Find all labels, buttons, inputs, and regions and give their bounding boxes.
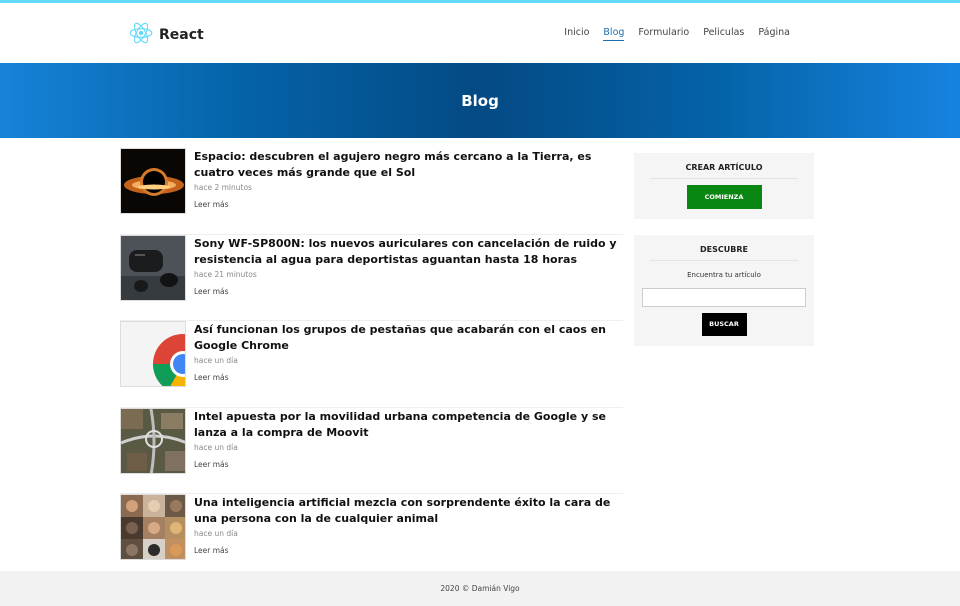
article-image-chrome-logo[interactable]	[120, 321, 186, 388]
start-button[interactable]: COMIENZA	[686, 185, 762, 209]
article-title[interactable]: Espacio: descubren el agujero negro más …	[194, 149, 623, 181]
hero-banner: Blog	[0, 63, 960, 138]
article-item: Así funcionan los grupos de pestañas que…	[120, 321, 623, 408]
article-time: hace un día	[194, 442, 238, 452]
article-item: Intel apuesta por la movilidad urbana co…	[120, 407, 623, 495]
article-time: hace 21 minutos	[194, 269, 257, 279]
article-title[interactable]: Una inteligencia artificial mezcla con s…	[194, 495, 623, 527]
footer-text: 2020 © Damián Vigo	[440, 584, 520, 593]
article-time: hace 2 minutos	[194, 183, 252, 192]
site-header: React Inicio Blog Formulario Peliculas P…	[0, 3, 960, 63]
logo-text: React	[159, 27, 204, 43]
article-image-black-hole[interactable]	[120, 148, 186, 214]
article-time: hace un día	[194, 356, 238, 366]
sidebar: CREAR ARTÍCULO COMIENZA DESCUBRE Encuent…	[634, 153, 814, 346]
search-input[interactable]	[642, 288, 806, 307]
search-box-text: Encuentra tu artículo	[687, 271, 761, 279]
search-button[interactable]: BUSCAR	[701, 313, 747, 336]
read-more-link[interactable]: Leer más	[194, 460, 229, 469]
read-more-link[interactable]: Leer más	[194, 287, 229, 296]
article-title[interactable]: Intel apuesta por la movilidad urbana co…	[194, 409, 623, 441]
page-title: Blog	[461, 91, 499, 110]
article-title[interactable]: Así funcionan los grupos de pestañas que…	[194, 322, 623, 354]
search-box-title: DESCUBRE	[650, 245, 798, 261]
nav-peliculas[interactable]: Peliculas	[703, 27, 744, 41]
read-more-link[interactable]: Leer más	[194, 200, 229, 209]
main-nav: Inicio Blog Formulario Peliculas Página	[550, 27, 790, 41]
nav-formulario[interactable]: Formulario	[638, 27, 689, 41]
nav-inicio[interactable]: Inicio	[564, 27, 589, 41]
read-more-link[interactable]: Leer más	[194, 373, 229, 382]
react-logo-icon	[128, 20, 154, 50]
article-list: Espacio: descubren el agujero negro más …	[120, 148, 623, 581]
create-article-title: CREAR ARTÍCULO	[650, 163, 798, 179]
article-image-earbuds[interactable]	[120, 234, 186, 301]
article-time: hace un día	[194, 529, 238, 539]
nav-pagina[interactable]: Página	[758, 27, 790, 41]
article-title[interactable]: Sony WF-SP800N: los nuevos auriculares c…	[194, 236, 623, 268]
nav-blog[interactable]: Blog	[603, 27, 625, 41]
article-item: Sony WF-SP800N: los nuevos auriculares c…	[120, 234, 623, 322]
article-item: Una inteligencia artificial mezcla con s…	[120, 494, 623, 581]
search-box: DESCUBRE Encuentra tu artículo BUSCAR	[634, 235, 814, 346]
site-footer: 2020 © Damián Vigo	[0, 571, 960, 606]
article-item: Espacio: descubren el agujero negro más …	[120, 148, 623, 235]
read-more-link[interactable]: Leer más	[194, 546, 229, 555]
logo[interactable]: React	[128, 20, 204, 50]
article-image-city-aerial[interactable]	[120, 407, 186, 474]
article-image-face-grid[interactable]	[120, 494, 186, 561]
create-article-box: CREAR ARTÍCULO COMIENZA	[634, 153, 814, 219]
